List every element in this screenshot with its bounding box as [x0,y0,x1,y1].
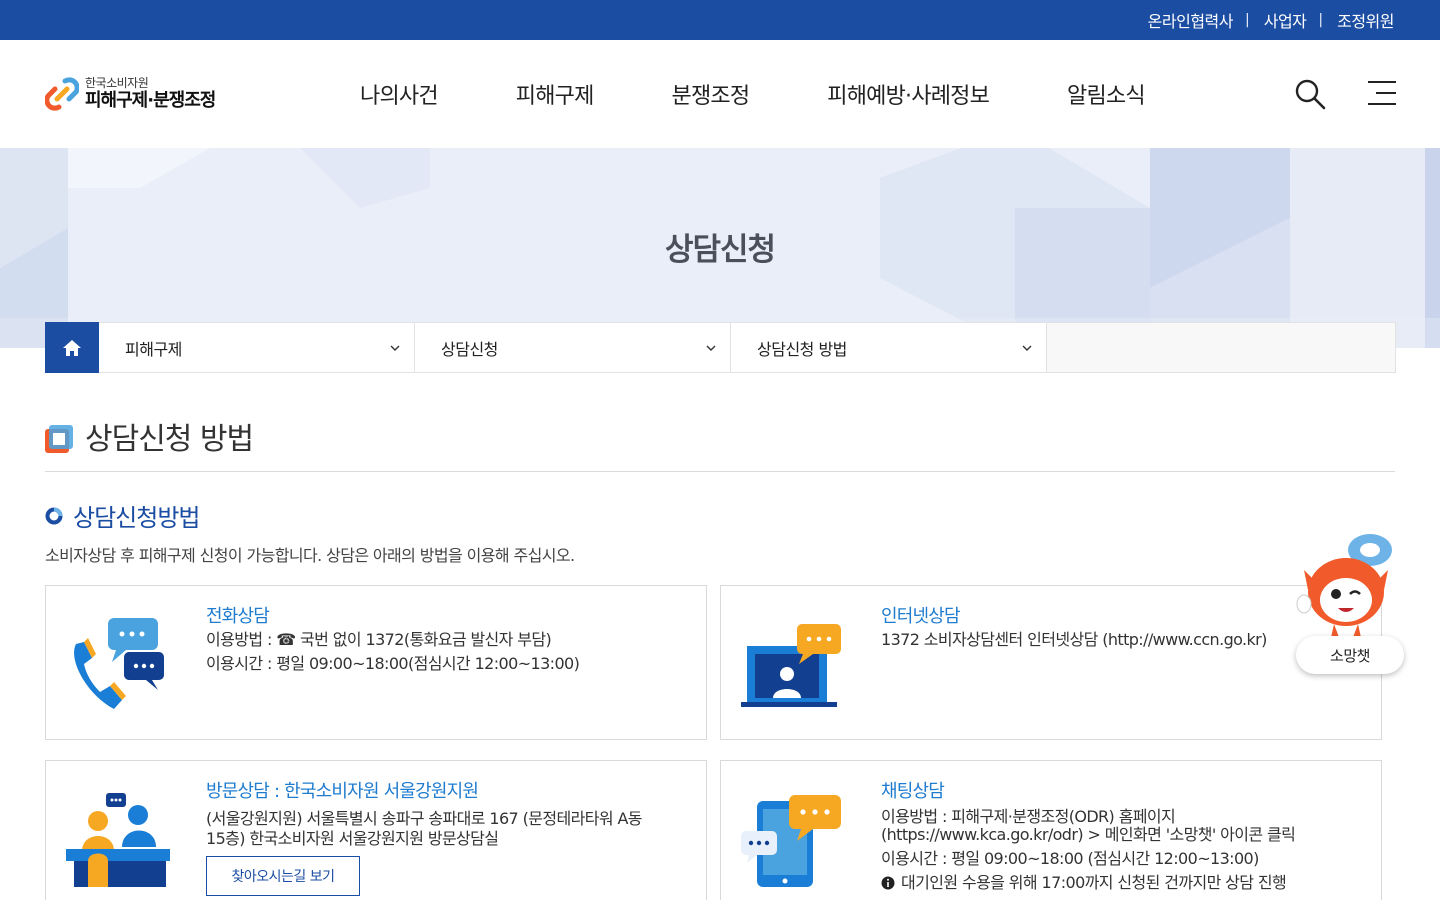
notice-row: 대기인원 수용을 위해 17:00까지 신청된 건까지만 상담 진행 [881,873,1287,893]
card-title: 인터넷상담 [881,606,961,627]
chevron-down-icon [706,345,716,351]
card-line: 이용시간 : 평일 09:00~18:00(점심시간 12:00~13:00) [206,654,580,673]
link-online-partner[interactable]: 온라인협력사 [1148,8,1234,32]
chat-consult-icon [741,795,841,887]
card-line[interactable]: (https://www.kca.go.kr/odr) > 메인화면 '소망챗'… [881,825,1296,845]
top-utility-bar: 온라인협력사 | 사업자 | 조정위원 [0,0,1440,40]
card-line: 이용시간 : 평일 09:00~18:00 (점심시간 12:00~13:00) [881,849,1259,868]
breadcrumb: 피해구제 상담신청 상담신청 방법 [45,322,1396,373]
utility-links: 온라인협력사 | 사업자 | 조정위원 [1148,0,1395,40]
nav-my-case[interactable]: 나의사건 [360,78,439,110]
directions-button[interactable]: 찾아오시는길 보기 [206,856,360,896]
visit-consult-icon [66,793,170,887]
separator: | [1245,12,1250,28]
search-icon[interactable] [1294,78,1326,110]
breadcrumb-label: 피해구제 [125,339,182,359]
logo-title: 피해구제·분쟁조정 [85,90,216,111]
breadcrumb-home[interactable] [45,322,99,373]
link-mediator[interactable]: 조정위원 [1337,8,1394,32]
nav-dispute-mediation[interactable]: 분쟁조정 [672,78,751,110]
home-icon [63,339,81,356]
breadcrumb-select-level3[interactable]: 상담신청 방법 [731,323,1047,372]
card-title: 방문상담 : 한국소비자원 서울강원지원 [206,781,479,802]
card-line: 이용방법 : ☎ 국번 없이 1372(통화요금 발신자 부담) [206,630,552,649]
nav-prevention-cases[interactable]: 피해예방·사례정보 [827,78,990,110]
card-internet-consult: 인터넷상담 1372 소비자상담센터 인터넷상담 (http://www.ccn… [720,585,1382,740]
logo-icon [45,77,79,111]
ring-bullet-icon [45,507,63,524]
card-chat-consult: 채팅상담 이용방법 : 피해구제·분쟁조정(ODR) 홈페이지 (https:/… [720,760,1382,900]
hero-banner: 상담신청 [0,148,1440,348]
info-icon [881,876,895,890]
logo-subtitle: 한국소비자원 [85,76,149,90]
nav-damage-relief[interactable]: 피해구제 [516,78,595,110]
breadcrumb-spacer [1047,323,1395,372]
card-line: 이용방법 : 피해구제·분쟁조정(ODR) 홈페이지 [881,807,1176,826]
heading-square-icon [45,425,73,453]
internet-consult-icon [741,624,841,707]
card-line: 15층) 한국소비자원 서울강원지원 방문상담실 [206,829,499,848]
section-title: 상담신청방법 [73,504,200,532]
card-visit-consult: 방문상담 : 한국소비자원 서울강원지원 (서울강원지원) 서울특별시 송파구 … [45,760,707,900]
menu-icon[interactable] [1366,80,1396,106]
chatbot-mascot-icon [1296,534,1392,642]
breadcrumb-select-level1[interactable]: 피해구제 [99,323,415,372]
site-logo[interactable]: 한국소비자원 피해구제·분쟁조정 [45,76,216,112]
breadcrumb-label: 상담신청 방법 [757,339,847,359]
separator: | [1318,12,1324,28]
card-line[interactable]: 1372 소비자상담센터 인터넷상담 (http://www.ccn.go.kr… [881,628,1267,652]
card-line: (서울강원지원) 서울특별시 송파구 송파대로 167 (문정테라타워 A동 [206,809,643,828]
link-business[interactable]: 사업자 [1264,8,1307,32]
content-heading: 상담신청 방법 [45,412,1395,472]
chevron-down-icon [1022,345,1032,351]
nav-news[interactable]: 알림소식 [1067,78,1146,110]
page-title: 상담신청 [664,232,776,268]
section-heading: 상담신청방법 [45,498,200,533]
content-heading-text: 상담신청 방법 [85,422,254,457]
notice-text: 대기인원 수용을 위해 17:00까지 신청된 건까지만 상담 진행 [901,873,1287,892]
main-navigation: 나의사건 피해구제 분쟁조정 피해예방·사례정보 알림소식 [360,40,1146,148]
chatbot-floating-button[interactable]: 소망챗 [1290,530,1410,678]
chevron-down-icon [390,345,400,351]
chatbot-label: 소망챗 [1296,636,1404,674]
breadcrumb-select-level2[interactable]: 상담신청 [415,323,731,372]
card-title: 전화상담 [206,606,270,627]
breadcrumb-label: 상담신청 [441,339,498,359]
card-phone-consult: 전화상담 이용방법 : ☎ 국번 없이 1372(통화요금 발신자 부담) 이용… [45,585,707,740]
header: 한국소비자원 피해구제·분쟁조정 나의사건 피해구제 분쟁조정 피해예방·사례정… [0,40,1440,148]
intro-text: 소비자상담 후 피해구제 신청이 가능합니다. 상담은 아래의 방법을 이용해 … [45,546,575,565]
card-title: 채팅상담 [881,781,945,802]
phone-consult-icon [74,618,164,709]
